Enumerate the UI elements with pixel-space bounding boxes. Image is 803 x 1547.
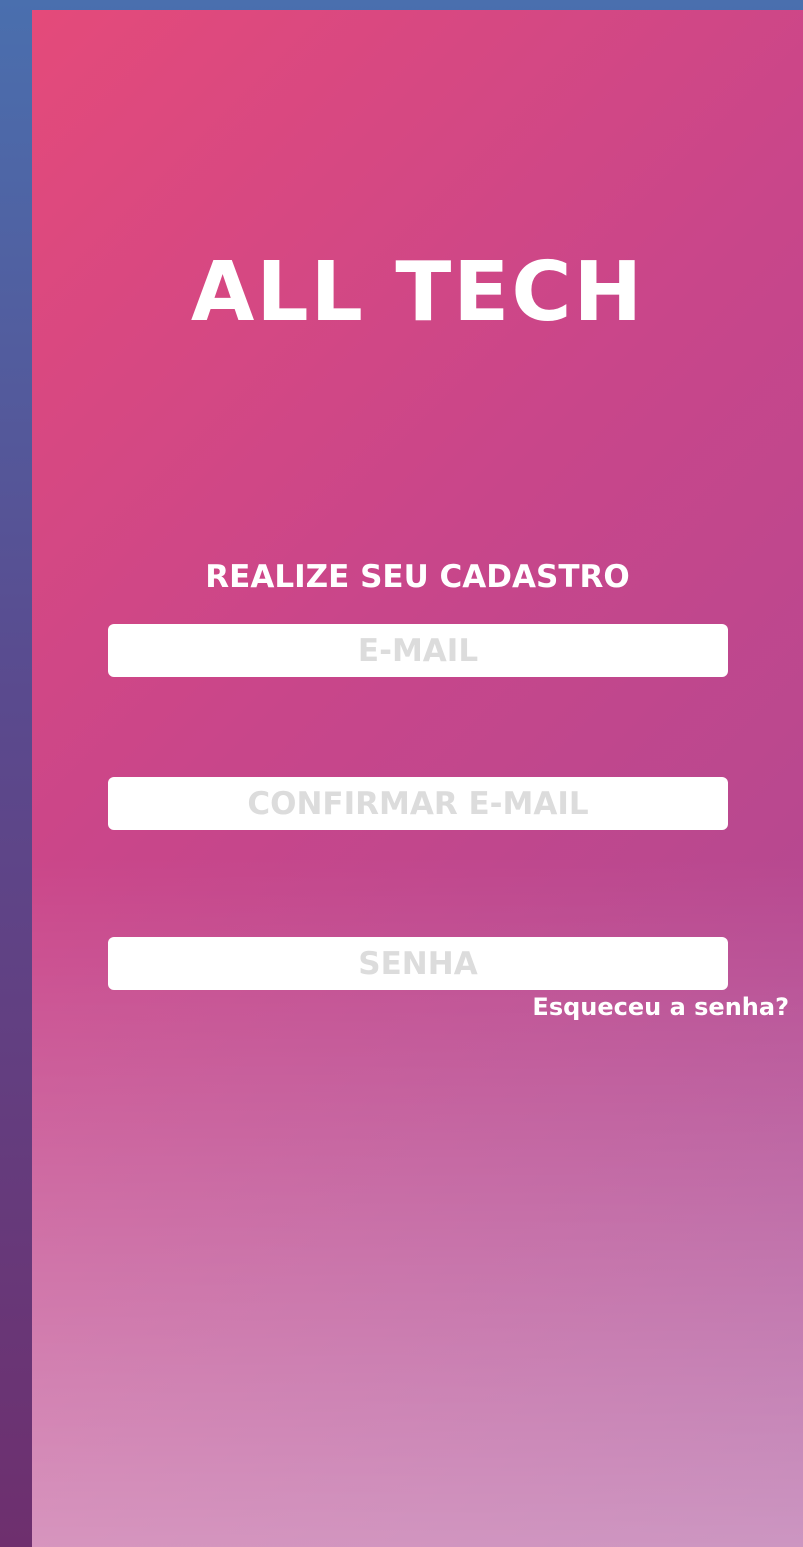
confirm-email-field[interactable] xyxy=(108,777,728,830)
forgot-password-link[interactable]: Esqueceu a senha? xyxy=(532,995,789,1019)
app-title: ALL TECH xyxy=(190,245,645,340)
password-field[interactable] xyxy=(108,937,728,990)
signup-heading: REALIZE SEU CADASTRO xyxy=(205,559,630,595)
app-screen: ALL TECH REALIZE SEU CADASTRO Esqueceu a… xyxy=(32,10,803,1547)
email-field[interactable] xyxy=(108,624,728,677)
